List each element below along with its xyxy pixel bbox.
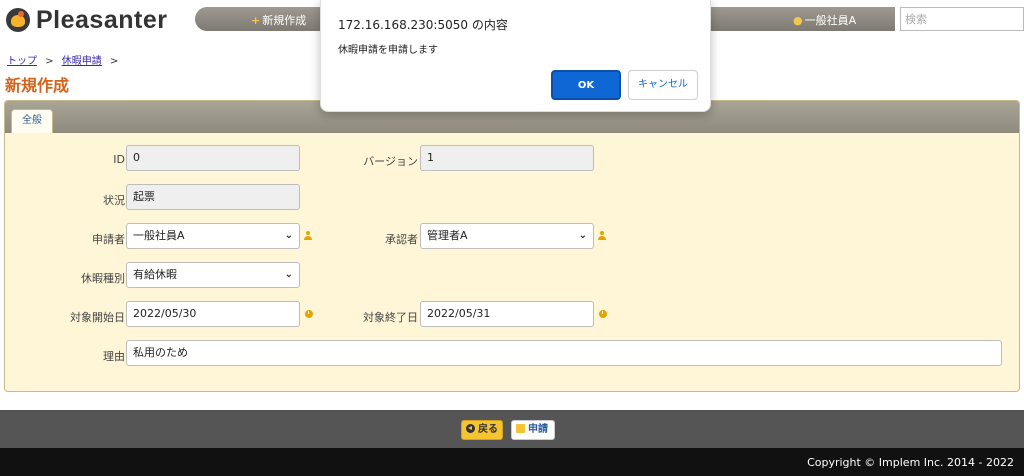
user-icon: ● [793,14,803,27]
save-icon [516,424,525,433]
user-menu[interactable]: ● 一般社員A [793,12,856,28]
new-item-link[interactable]: + 新規作成 [251,12,306,28]
applicant-value: 一般社員A [133,229,185,242]
back-button[interactable]: 戻る [461,420,503,440]
dialog-title: 172.16.168.230:5050 の内容 [338,18,508,32]
search-input[interactable] [900,7,1024,31]
end-date-label: 対象終了日 [363,311,418,324]
footer: Copyright © Implem Inc. 2014 - 2022 [0,448,1024,476]
confirm-dialog: 172.16.168.230:5050 の内容 休暇申請を申請します OK キャ… [320,0,711,112]
page-title: 新規作成 [5,76,70,95]
breadcrumb-separator: > [45,56,54,67]
breadcrumb-leave-request-link[interactable]: 休暇申請 [62,56,102,67]
approver-select[interactable]: 管理者A ⌄ [420,223,594,249]
logo-text: Pleasanter [36,5,168,34]
version-field: 1 [420,145,594,171]
ok-button[interactable]: OK [551,70,621,100]
leave-type-value: 有給休暇 [133,268,177,281]
apply-button[interactable]: 申請 [511,420,555,440]
form-panel: 全般 ID 0 バージョン 1 状況 起票 申請者 一般社員A ⌄ 承認者 管理… [4,100,1020,392]
applicant-label: 申請者 [92,233,125,246]
dialog-message: 休暇申請を申請します [338,45,438,56]
user-name-label: 一般社員A [804,14,857,27]
plus-icon: + [251,14,261,27]
breadcrumb-separator: > [109,56,119,67]
breadcrumb: トップ > 休暇申請 > [7,52,123,67]
clock-icon[interactable] [599,310,607,318]
start-date-label: 対象開始日 [70,311,125,324]
id-label: ID [113,153,125,166]
cancel-button[interactable]: キャンセル [628,70,698,100]
new-item-label: 新規作成 [262,14,307,27]
approver-value: 管理者A [427,229,468,242]
chevron-down-icon: ⌄ [284,269,293,280]
status-label: 状況 [103,194,125,207]
breadcrumb-top-link[interactable]: トップ [7,56,37,67]
id-field: 0 [126,145,300,171]
leave-type-select[interactable]: 有給休暇 ⌄ [126,262,300,288]
start-date-field[interactable]: 2022/05/30 [126,301,300,327]
person-icon[interactable] [303,231,313,241]
status-field: 起票 [126,184,300,210]
chevron-down-icon: ⌄ [284,230,293,241]
app-logo[interactable]: Pleasanter [6,6,167,34]
leave-type-label: 休暇種別 [81,272,125,285]
clock-icon[interactable] [305,310,313,318]
reason-field[interactable]: 私用のため [126,340,1002,366]
tab-general[interactable]: 全般 [11,109,53,133]
action-bar: 戻る 申請 [0,410,1024,448]
person-icon[interactable] [597,231,607,241]
apply-button-label: 申請 [528,424,548,435]
reason-label: 理由 [103,350,125,363]
approver-label: 承認者 [385,233,418,246]
back-button-label: 戻る [478,424,498,435]
back-arrow-icon [466,424,475,433]
chevron-down-icon: ⌄ [578,230,587,241]
applicant-select[interactable]: 一般社員A ⌄ [126,223,300,249]
copyright-text: Copyright © Implem Inc. 2014 - 2022 [807,456,1014,469]
bird-logo-icon [6,8,30,32]
end-date-field[interactable]: 2022/05/31 [420,301,594,327]
version-label: バージョン [363,155,418,168]
